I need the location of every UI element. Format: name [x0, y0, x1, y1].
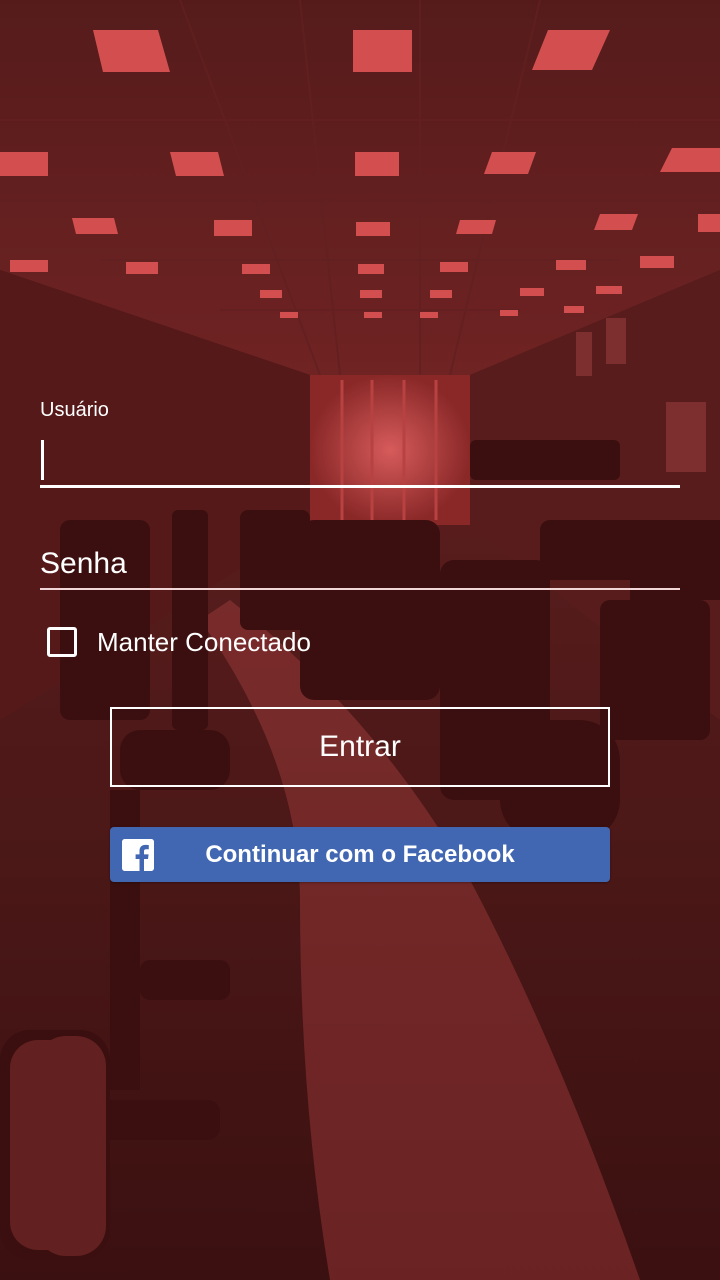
login-screen: Usuário Manter Conectado Entrar Continua…: [0, 0, 720, 1280]
login-form: Usuário Manter Conectado: [40, 396, 680, 662]
facebook-icon: [122, 839, 154, 871]
remember-me-row[interactable]: Manter Conectado: [40, 622, 680, 662]
username-field-container: [40, 424, 680, 488]
text-cursor: [41, 440, 44, 480]
remember-me-label[interactable]: Manter Conectado: [97, 627, 311, 658]
facebook-button-label: Continuar com o Facebook: [205, 840, 515, 868]
password-field-container: [40, 530, 680, 590]
remember-me-checkbox[interactable]: [47, 627, 77, 657]
login-button[interactable]: Entrar: [110, 707, 610, 787]
username-input[interactable]: [40, 424, 680, 485]
password-input[interactable]: [40, 530, 680, 588]
facebook-login-button[interactable]: Continuar com o Facebook: [110, 827, 610, 882]
username-label: Usuário: [40, 399, 109, 421]
